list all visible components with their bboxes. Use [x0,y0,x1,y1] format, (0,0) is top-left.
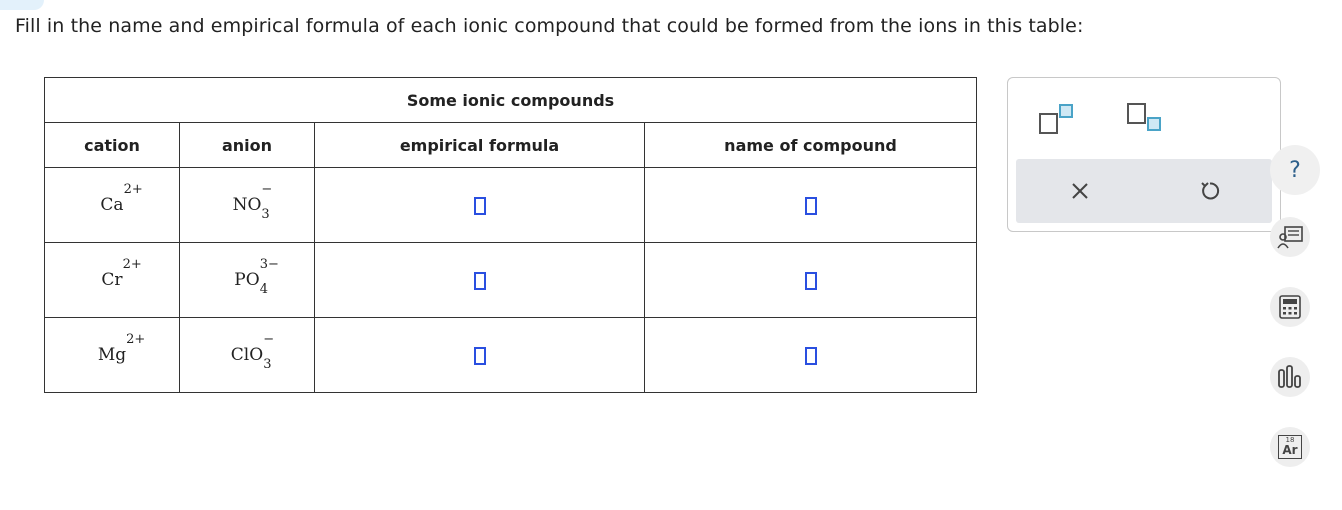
table-row: Ca 2+ NO 3− [44,167,977,243]
header-empirical-formula: empirical formula [314,122,645,168]
help-icon: ? [1289,157,1301,183]
subscript-template-button[interactable] [1124,102,1164,136]
top-corner-tab [0,0,44,10]
formula-cell [314,242,645,318]
header-anion: anion [179,122,315,168]
compound-name-input[interactable] [804,346,817,365]
header-cation: cation [44,122,180,168]
anion-cell: ClO 3− [179,317,315,393]
anion-cell: NO 3− [179,167,315,243]
empirical-formula-input[interactable] [473,271,486,290]
periodic-table-icon: 18 Ar [1278,435,1302,459]
cation-ion: Ca 2+ [100,182,143,215]
tool-actions-bar [1016,159,1272,223]
name-cell [644,167,977,243]
table-row: Cr 2+ PO 4 3− [44,242,977,318]
formula-cell [314,167,645,243]
clear-button[interactable] [1068,179,1092,203]
superscript-template-icon [1039,104,1073,134]
ionic-compounds-table: Some ionic compounds cation anion empiri… [44,77,977,393]
anion-ion: NO 3− [232,182,273,222]
compound-name-input[interactable] [804,196,817,215]
anion-ion: ClO 3− [230,332,275,372]
periodic-table-button[interactable]: 18 Ar [1270,427,1310,467]
calculator-icon [1279,295,1301,319]
header-name-of-compound: name of compound [644,122,977,168]
compound-name-input[interactable] [804,271,817,290]
cation-cell: Cr 2+ [44,242,180,318]
data-chart-button[interactable] [1270,357,1310,397]
cation-cell: Mg 2+ [44,317,180,393]
explanation-button[interactable] [1270,217,1310,257]
cation-ion: Mg 2+ [97,332,146,365]
anion-cell: PO 4 3− [179,242,315,318]
subscript-template-icon [1127,103,1161,131]
formula-cell [314,317,645,393]
empirical-formula-input[interactable] [473,196,486,215]
name-cell [644,242,977,318]
calculator-button[interactable] [1270,287,1310,327]
name-cell [644,317,977,393]
help-button[interactable]: ? [1270,145,1320,195]
empirical-formula-input[interactable] [473,346,486,365]
undo-icon [1201,182,1220,200]
explanation-icon [1277,226,1303,249]
cation-ion: Cr 2+ [101,257,142,290]
math-tool-panel [1007,77,1281,232]
undo-button[interactable] [1198,179,1222,203]
cation-cell: Ca 2+ [44,167,180,243]
table-caption: Some ionic compounds [44,77,977,123]
anion-ion: PO 4 3− [234,257,279,297]
clear-icon [1072,183,1088,199]
superscript-template-button[interactable] [1036,102,1076,136]
bar-chart-icon [1278,365,1301,388]
instructions-text: Fill in the name and empirical formula o… [15,15,1084,37]
table-row: Mg 2+ ClO 3− [44,317,977,393]
